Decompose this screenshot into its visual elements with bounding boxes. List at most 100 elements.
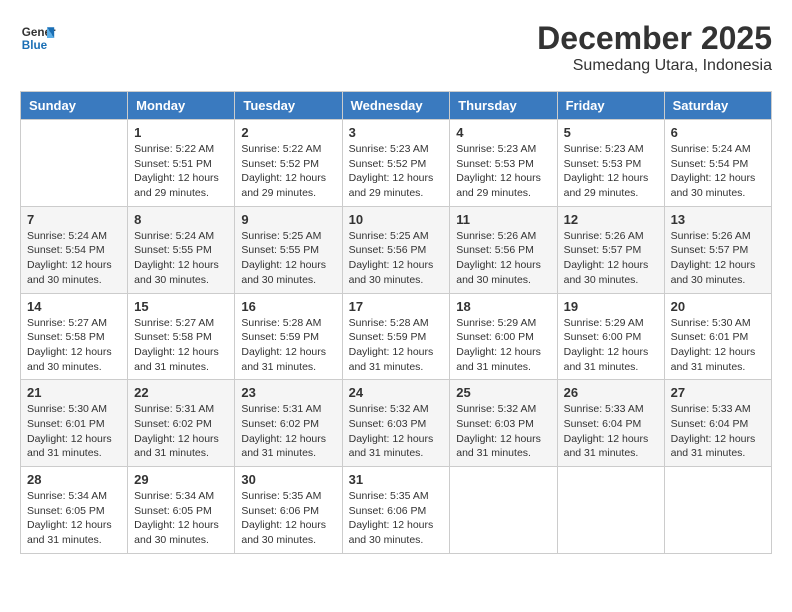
day-info: Sunrise: 5:25 AM Sunset: 5:56 PM Dayligh… <box>349 229 444 288</box>
calendar-week-row: 21 Sunrise: 5:30 AM Sunset: 6:01 PM Dayli… <box>21 380 772 467</box>
calendar-cell: 7 Sunrise: 5:24 AM Sunset: 5:54 PM Daylig… <box>21 206 128 293</box>
calendar-cell: 28 Sunrise: 5:34 AM Sunset: 6:05 PM Dayli… <box>21 467 128 554</box>
calendar-cell: 5 Sunrise: 5:23 AM Sunset: 5:53 PM Daylig… <box>557 120 664 207</box>
calendar-cell <box>557 467 664 554</box>
weekday-header-friday: Friday <box>557 92 664 120</box>
calendar-week-row: 28 Sunrise: 5:34 AM Sunset: 6:05 PM Dayli… <box>21 467 772 554</box>
day-info: Sunrise: 5:24 AM Sunset: 5:54 PM Dayligh… <box>27 229 121 288</box>
day-info: Sunrise: 5:27 AM Sunset: 5:58 PM Dayligh… <box>134 316 228 375</box>
day-number: 15 <box>134 299 228 314</box>
calendar-cell: 11 Sunrise: 5:26 AM Sunset: 5:56 PM Dayli… <box>450 206 557 293</box>
calendar-week-row: 14Sunrise: 5:27 AM Sunset: 5:58 PM Dayli… <box>21 293 772 380</box>
day-info: Sunrise: 5:30 AM Sunset: 6:01 PM Dayligh… <box>671 316 765 375</box>
day-number: 11 <box>456 212 550 227</box>
day-number: 7 <box>27 212 121 227</box>
day-info: Sunrise: 5:23 AM Sunset: 5:52 PM Dayligh… <box>349 142 444 201</box>
calendar-cell: 25 Sunrise: 5:32 AM Sunset: 6:03 PM Dayli… <box>450 380 557 467</box>
day-info: Sunrise: 5:30 AM Sunset: 6:01 PM Dayligh… <box>27 402 121 461</box>
day-info: Sunrise: 5:24 AM Sunset: 5:55 PM Dayligh… <box>134 229 228 288</box>
calendar-cell: 3Sunrise: 5:23 AM Sunset: 5:52 PM Daylig… <box>342 120 450 207</box>
location-title: Sumedang Utara, Indonesia <box>537 57 772 75</box>
day-number: 18 <box>456 299 550 314</box>
day-number: 19 <box>564 299 658 314</box>
day-info: Sunrise: 5:34 AM Sunset: 6:05 PM Dayligh… <box>27 489 121 548</box>
day-number: 6 <box>671 125 765 140</box>
day-number: 24 <box>349 385 444 400</box>
day-number: 9 <box>241 212 335 227</box>
day-number: 5 <box>564 125 658 140</box>
day-number: 4 <box>456 125 550 140</box>
calendar-cell: 31Sunrise: 5:35 AM Sunset: 6:06 PM Dayli… <box>342 467 450 554</box>
calendar-week-row: 7 Sunrise: 5:24 AM Sunset: 5:54 PM Daylig… <box>21 206 772 293</box>
calendar-cell: 27Sunrise: 5:33 AM Sunset: 6:04 PM Dayli… <box>664 380 771 467</box>
weekday-header-thursday: Thursday <box>450 92 557 120</box>
day-info: Sunrise: 5:28 AM Sunset: 5:59 PM Dayligh… <box>349 316 444 375</box>
day-info: Sunrise: 5:28 AM Sunset: 5:59 PM Dayligh… <box>241 316 335 375</box>
calendar-cell: 19 Sunrise: 5:29 AM Sunset: 6:00 PM Dayli… <box>557 293 664 380</box>
calendar-cell: 24 Sunrise: 5:32 AM Sunset: 6:03 PM Dayli… <box>342 380 450 467</box>
day-info: Sunrise: 5:35 AM Sunset: 6:06 PM Dayligh… <box>241 489 335 548</box>
calendar-cell: 4 Sunrise: 5:23 AM Sunset: 5:53 PM Daylig… <box>450 120 557 207</box>
day-info: Sunrise: 5:31 AM Sunset: 6:02 PM Dayligh… <box>134 402 228 461</box>
calendar-cell: 2 Sunrise: 5:22 AM Sunset: 5:52 PM Daylig… <box>235 120 342 207</box>
general-blue-logo-icon: General Blue <box>20 20 56 56</box>
day-info: Sunrise: 5:26 AM Sunset: 5:57 PM Dayligh… <box>564 229 658 288</box>
calendar-cell: 13 Sunrise: 5:26 AM Sunset: 5:57 PM Dayli… <box>664 206 771 293</box>
day-info: Sunrise: 5:29 AM Sunset: 6:00 PM Dayligh… <box>564 316 658 375</box>
calendar-cell: 29 Sunrise: 5:34 AM Sunset: 6:05 PM Dayli… <box>128 467 235 554</box>
calendar-cell <box>21 120 128 207</box>
day-number: 28 <box>27 472 121 487</box>
day-number: 8 <box>134 212 228 227</box>
day-info: Sunrise: 5:34 AM Sunset: 6:05 PM Dayligh… <box>134 489 228 548</box>
day-info: Sunrise: 5:23 AM Sunset: 5:53 PM Dayligh… <box>456 142 550 201</box>
day-info: Sunrise: 5:31 AM Sunset: 6:02 PM Dayligh… <box>241 402 335 461</box>
day-info: Sunrise: 5:25 AM Sunset: 5:55 PM Dayligh… <box>241 229 335 288</box>
weekday-header-sunday: Sunday <box>21 92 128 120</box>
title-block: December 2025 Sumedang Utara, Indonesia <box>537 20 772 75</box>
day-info: Sunrise: 5:26 AM Sunset: 5:56 PM Dayligh… <box>456 229 550 288</box>
calendar-cell <box>664 467 771 554</box>
calendar-cell <box>450 467 557 554</box>
day-number: 1 <box>134 125 228 140</box>
calendar-cell: 22 Sunrise: 5:31 AM Sunset: 6:02 PM Dayli… <box>128 380 235 467</box>
weekday-header-saturday: Saturday <box>664 92 771 120</box>
day-number: 2 <box>241 125 335 140</box>
calendar-cell: 14Sunrise: 5:27 AM Sunset: 5:58 PM Dayli… <box>21 293 128 380</box>
calendar-cell: 21 Sunrise: 5:30 AM Sunset: 6:01 PM Dayli… <box>21 380 128 467</box>
day-number: 22 <box>134 385 228 400</box>
calendar-cell: 10Sunrise: 5:25 AM Sunset: 5:56 PM Dayli… <box>342 206 450 293</box>
day-number: 23 <box>241 385 335 400</box>
day-info: Sunrise: 5:32 AM Sunset: 6:03 PM Dayligh… <box>456 402 550 461</box>
day-info: Sunrise: 5:35 AM Sunset: 6:06 PM Dayligh… <box>349 489 444 548</box>
calendar-cell: 30Sunrise: 5:35 AM Sunset: 6:06 PM Dayli… <box>235 467 342 554</box>
page-header: General Blue December 2025 Sumedang Utar… <box>20 20 772 75</box>
day-info: Sunrise: 5:32 AM Sunset: 6:03 PM Dayligh… <box>349 402 444 461</box>
day-info: Sunrise: 5:33 AM Sunset: 6:04 PM Dayligh… <box>671 402 765 461</box>
day-number: 29 <box>134 472 228 487</box>
day-info: Sunrise: 5:26 AM Sunset: 5:57 PM Dayligh… <box>671 229 765 288</box>
weekday-header-monday: Monday <box>128 92 235 120</box>
day-info: Sunrise: 5:29 AM Sunset: 6:00 PM Dayligh… <box>456 316 550 375</box>
day-number: 20 <box>671 299 765 314</box>
day-info: Sunrise: 5:22 AM Sunset: 5:51 PM Dayligh… <box>134 142 228 201</box>
calendar-cell: 23 Sunrise: 5:31 AM Sunset: 6:02 PM Dayli… <box>235 380 342 467</box>
calendar-cell: 17 Sunrise: 5:28 AM Sunset: 5:59 PM Dayli… <box>342 293 450 380</box>
weekday-header-wednesday: Wednesday <box>342 92 450 120</box>
day-number: 26 <box>564 385 658 400</box>
svg-text:Blue: Blue <box>22 39 48 52</box>
day-info: Sunrise: 5:27 AM Sunset: 5:58 PM Dayligh… <box>27 316 121 375</box>
calendar-cell: 12Sunrise: 5:26 AM Sunset: 5:57 PM Dayli… <box>557 206 664 293</box>
day-info: Sunrise: 5:24 AM Sunset: 5:54 PM Dayligh… <box>671 142 765 201</box>
calendar-cell: 26Sunrise: 5:33 AM Sunset: 6:04 PM Dayli… <box>557 380 664 467</box>
day-number: 17 <box>349 299 444 314</box>
month-title: December 2025 <box>537 20 772 57</box>
day-info: Sunrise: 5:23 AM Sunset: 5:53 PM Dayligh… <box>564 142 658 201</box>
day-number: 25 <box>456 385 550 400</box>
day-info: Sunrise: 5:22 AM Sunset: 5:52 PM Dayligh… <box>241 142 335 201</box>
weekday-header-tuesday: Tuesday <box>235 92 342 120</box>
day-number: 13 <box>671 212 765 227</box>
day-number: 21 <box>27 385 121 400</box>
calendar-cell: 18 Sunrise: 5:29 AM Sunset: 6:00 PM Dayli… <box>450 293 557 380</box>
day-number: 16 <box>241 299 335 314</box>
calendar-cell: 8 Sunrise: 5:24 AM Sunset: 5:55 PM Daylig… <box>128 206 235 293</box>
